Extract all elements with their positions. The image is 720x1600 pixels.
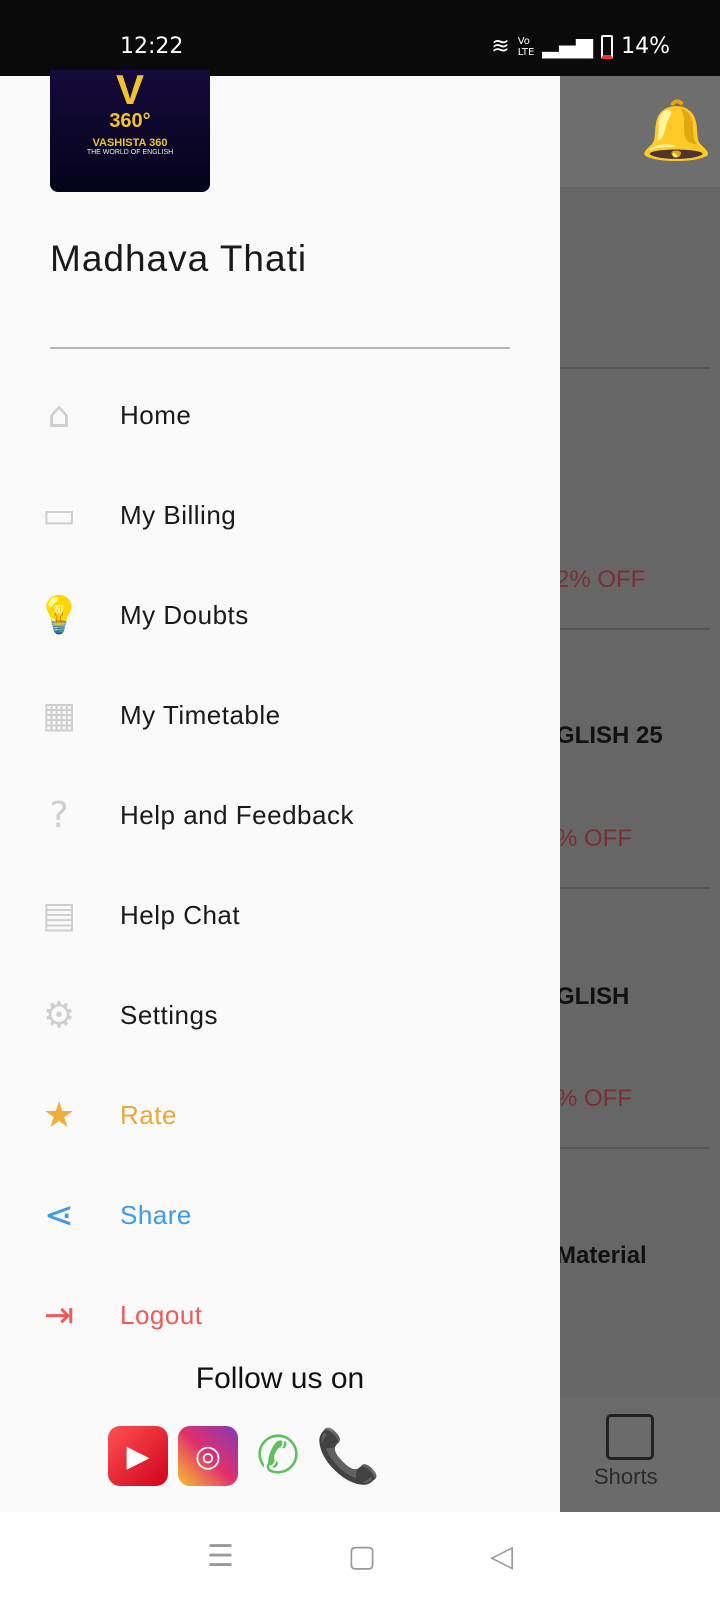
- menu-item-label: Logout: [120, 1299, 203, 1330]
- signal-icon: ▂▄▆: [542, 34, 594, 59]
- menu-item-share[interactable]: ⋖ Share: [0, 1175, 560, 1255]
- volte-icon: Vo LTE: [517, 35, 535, 58]
- home-icon: ⌂: [47, 394, 71, 436]
- divider: [50, 347, 510, 349]
- chat-icon: ▤: [41, 894, 76, 936]
- whatsapp-icon[interactable]: ✆: [248, 1426, 308, 1486]
- social-links: ▶ ◎ ✆ 📞: [108, 1426, 381, 1487]
- youtube-icon[interactable]: ▶: [108, 1426, 168, 1486]
- menu-item-home[interactable]: ⌂ Home: [0, 375, 560, 455]
- menu-item-label: My Timetable: [120, 699, 281, 730]
- help-icon: ?: [49, 794, 69, 836]
- menu-item-label: My Doubts: [120, 599, 249, 630]
- notification-bell-icon[interactable]: 🔔: [640, 96, 712, 165]
- user-name: Madhava Thati: [50, 238, 308, 279]
- billing-icon: ▭: [41, 494, 76, 536]
- divider: [560, 1147, 710, 1149]
- app-logo: V 360° VASHISTA 360 THE WORLD OF ENGLISH: [50, 69, 210, 192]
- discount-text: 2% OFF: [556, 566, 646, 593]
- discount-text: % OFF: [556, 825, 632, 852]
- menu-item-label: Share: [120, 1199, 192, 1230]
- menu-item-my-timetable[interactable]: ▦ My Timetable: [0, 675, 560, 755]
- menu-item-label: Settings: [120, 999, 218, 1030]
- course-title: GLISH: [556, 983, 630, 1010]
- menu-item-logout[interactable]: ⇥ Logout: [0, 1275, 560, 1355]
- phone-icon[interactable]: 📞: [316, 1426, 381, 1487]
- recents-icon[interactable]: ☰: [207, 1539, 234, 1574]
- course-title: Material: [556, 1242, 647, 1269]
- navigation-drawer: V 360° VASHISTA 360 THE WORLD OF ENGLISH…: [0, 69, 560, 1512]
- menu-item-label: Help and Feedback: [120, 799, 354, 830]
- share-icon: ⋖: [43, 1194, 75, 1236]
- back-icon[interactable]: ◁: [490, 1539, 513, 1574]
- menu-item-label: Help Chat: [120, 899, 241, 930]
- battery-percent: 14%: [621, 34, 670, 59]
- menu-item-my-doubts[interactable]: 💡 My Doubts: [0, 575, 560, 655]
- menu-item-label: Home: [120, 399, 192, 430]
- status-time: 12:22: [120, 34, 184, 59]
- shorts-icon[interactable]: [606, 1414, 654, 1460]
- nav-shorts[interactable]: Shorts: [594, 1464, 658, 1490]
- divider: [560, 367, 710, 369]
- discount-text: % OFF: [556, 1085, 632, 1112]
- menu-item-help-chat[interactable]: ▤ Help Chat: [0, 875, 560, 955]
- status-bar: 12:22 ≋ Vo LTE ▂▄▆ 14%: [0, 0, 720, 76]
- menu-item-help-and-feedback[interactable]: ? Help and Feedback: [0, 775, 560, 855]
- divider: [560, 628, 710, 630]
- menu-item-settings[interactable]: ⚙ Settings: [0, 975, 560, 1055]
- course-title: GLISH 25: [556, 722, 663, 749]
- menu-item-rate[interactable]: ★ Rate: [0, 1075, 560, 1155]
- wifi-icon: ≋: [491, 34, 510, 59]
- timetable-icon: ▦: [41, 694, 76, 736]
- battery-icon: [601, 34, 614, 59]
- divider: [560, 887, 710, 889]
- star-icon: ★: [42, 1094, 76, 1136]
- lightbulb-icon: 💡: [36, 595, 82, 636]
- instagram-icon[interactable]: ◎: [178, 1426, 238, 1486]
- system-nav-bar: ☰ ▢ ◁: [0, 1512, 720, 1600]
- menu-item-label: Rate: [120, 1099, 177, 1130]
- gear-icon: ⚙: [42, 994, 76, 1036]
- logout-icon: ⇥: [43, 1294, 75, 1336]
- menu-item-label: My Billing: [120, 499, 237, 530]
- follow-label: Follow us on: [195, 1362, 365, 1395]
- menu-item-my-billing[interactable]: ▭ My Billing: [0, 475, 560, 555]
- home-nav-icon[interactable]: ▢: [348, 1539, 376, 1574]
